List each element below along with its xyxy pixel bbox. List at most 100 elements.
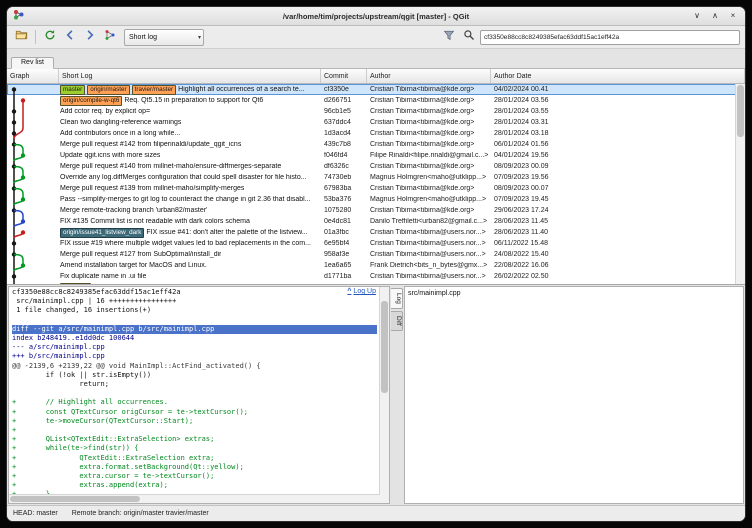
toolbar: Short log ▾ [7,26,745,49]
table-row[interactable]: origin/compile-w-qt6Req. Qt5.15 in prepa… [7,95,745,106]
column-header-author-date[interactable]: Author Date [491,69,745,83]
close-button[interactable]: × [727,10,739,22]
commit-sha: cf3350e [321,86,367,93]
commit-author: Magnus Holmgren<maho@utklipp...> [367,196,491,203]
view-mode-select[interactable]: Short log ▾ [124,29,204,46]
titlebar[interactable]: /var/home/tim/projects/upstream/qgit [ma… [7,7,745,26]
open-repo-icon [15,28,28,46]
commit-date: 04/02/2024 00.41 [491,86,745,93]
commit-graph [7,183,59,194]
log-up-link[interactable]: ^ Log Up [344,288,376,295]
table-row[interactable]: Merge pull request #140 from millnet-mah… [7,161,745,172]
table-row[interactable]: Fix duplicate name in .ui file d1771ba C… [7,271,745,282]
table-row[interactable]: Update qgit.icns with more sizes f046fd4… [7,150,745,161]
table-row[interactable]: origin/issue41_listview_darkFIX issue #4… [7,227,745,238]
table-row[interactable]: Merge pull request #127 from SubOptimal/… [7,249,745,260]
log-line: return; [12,380,377,389]
rev-list-scrollbar-thumb[interactable] [737,85,744,137]
commit-subject: origin/issue41_listview_darkFIX issue #4… [59,228,321,238]
column-header-commit[interactable]: Commit [321,69,367,83]
commit-author: Cristian Tibirna<tibirna@kde.org> [367,141,491,148]
log-line: + extras.append(extra); [12,481,377,490]
table-row[interactable]: Amend installation target for MacOS and … [7,260,745,271]
commit-date: 29/06/2023 17.24 [491,207,745,214]
table-row[interactable]: Merge pull request #139 from millnet-mah… [7,183,745,194]
commit-graph [7,205,59,216]
commit-date: 04/01/2024 19.56 [491,152,745,159]
table-row[interactable]: masterorigin/mastertravier/masterHighlig… [7,84,745,95]
app-icon [13,7,24,25]
open-repo-button[interactable] [12,29,30,46]
maximize-button[interactable]: ∧ [709,10,721,22]
table-row[interactable]: Merge pull request #142 from filiperinal… [7,139,745,150]
rev-list-scrollbar[interactable] [735,84,745,284]
chevron-down-icon: ▾ [198,34,201,41]
commit-author: Danilo Treffiletti<urban82@gmail.c...> [367,218,491,225]
ref-badge: qgit-2.10 [60,283,91,285]
table-row[interactable]: FIX issue #19 where multiple widget valu… [7,238,745,249]
back-button[interactable] [61,29,79,46]
commit-subject: Add contributors once in a long while... [59,130,321,137]
commit-subject: Clean two dangling-reference warnings [59,119,321,126]
file-item[interactable]: src/mainimpl.cpp [408,289,740,298]
log-line: + extra.format.setBackground(Qt::yellow)… [12,463,377,472]
commit-subject: Update qgit.icns with more sizes [59,152,321,159]
forward-icon [84,28,96,46]
column-header-author[interactable]: Author [367,69,491,83]
commit-subject: Merge pull request #142 from filiperinal… [59,141,321,148]
table-row[interactable]: Merge remote-tracking branch 'urban82/ma… [7,205,745,216]
ref-badge: travier/master [132,85,177,95]
log-panel-scrollbar[interactable] [379,287,389,503]
commit-graph [7,128,59,139]
tab-log[interactable]: Log [391,288,403,309]
log-line: + const QTextCursor origCursor = te->tex… [12,408,377,417]
commit-subject: Merge pull request #127 from SubOptimal/… [59,251,321,258]
table-row[interactable]: Override any log.diffMerges configuratio… [7,172,745,183]
log-line: src/mainimpl.cpp | 16 ++++++++++++++++ [12,297,377,306]
table-row[interactable]: qgit-2.10Merge pull request #123 from ha… [7,282,745,284]
commit-date: 06/01/2024 01.56 [491,141,745,148]
search-button[interactable] [460,29,478,46]
table-row[interactable]: Add cctor req. by explicit op= 96cb1e5 C… [7,106,745,117]
branches-button[interactable] [101,29,119,46]
commit-subject: FIX issue #19 where multiple widget valu… [59,240,321,247]
tab-diff[interactable]: Diff [391,311,403,331]
column-header-short-log[interactable]: Short Log [59,69,321,83]
commit-author: Cristian Tibirna<tibirna@kde.org> [367,86,491,93]
commit-graph [7,260,59,271]
log-panel-hscrollbar[interactable] [9,494,380,503]
status-bar: HEAD: master Remote branch: origin/maste… [7,505,745,521]
column-header-graph[interactable]: Graph [7,69,59,83]
commit-graph [7,249,59,260]
table-row[interactable]: Clean two dangling-reference warnings 63… [7,117,745,128]
commit-sha: 1ea6a65 [321,262,367,269]
sha-filter-input[interactable] [480,30,740,45]
commit-author: Cristian Tibirna<tibirna@kde.org> [367,97,491,104]
log-panel-hscrollbar-thumb[interactable] [10,496,140,502]
log-line: +++ b/src/mainimpl.cpp [12,352,377,361]
commit-subject: Amend installation target for MacOS and … [59,262,321,269]
commit-date: 22/08/2022 16.06 [491,262,745,269]
table-row[interactable]: FIX #135 Commit list is not readable wit… [7,216,745,227]
commit-sha: 1d3acd4 [321,130,367,137]
refresh-button[interactable] [41,29,59,46]
commit-graph [7,150,59,161]
commit-subject: qgit-2.10Merge pull request #123 from ha… [59,283,321,285]
table-row[interactable]: Pass --simplify-merges to git log to cou… [7,194,745,205]
log-panel-scrollbar-thumb[interactable] [381,301,388,393]
commit-subject: Merge pull request #139 from millnet-mah… [59,185,321,192]
ref-badge: master [60,85,85,95]
commit-date: 07/09/2023 19.45 [491,196,745,203]
commit-subject: Fix duplicate name in .ui file [59,273,321,280]
forward-button[interactable] [81,29,99,46]
commit-sha: d266751 [321,97,367,104]
commit-subject: FIX #135 Commit list is not readable wit… [59,218,321,225]
tab-rev-list[interactable]: Rev list [11,57,54,69]
log-line: 1 file changed, 16 insertions(+) [12,306,377,315]
minimize-button[interactable]: ∨ [691,10,703,22]
log-line: diff --git a/src/mainimpl.cpp b/src/main… [12,325,377,334]
table-row[interactable]: Add contributors once in a long while...… [7,128,745,139]
log-up-label: Log Up [353,288,376,295]
commit-subject: Merge pull request #140 from millnet-mah… [59,163,321,170]
filter-button[interactable] [440,29,458,46]
